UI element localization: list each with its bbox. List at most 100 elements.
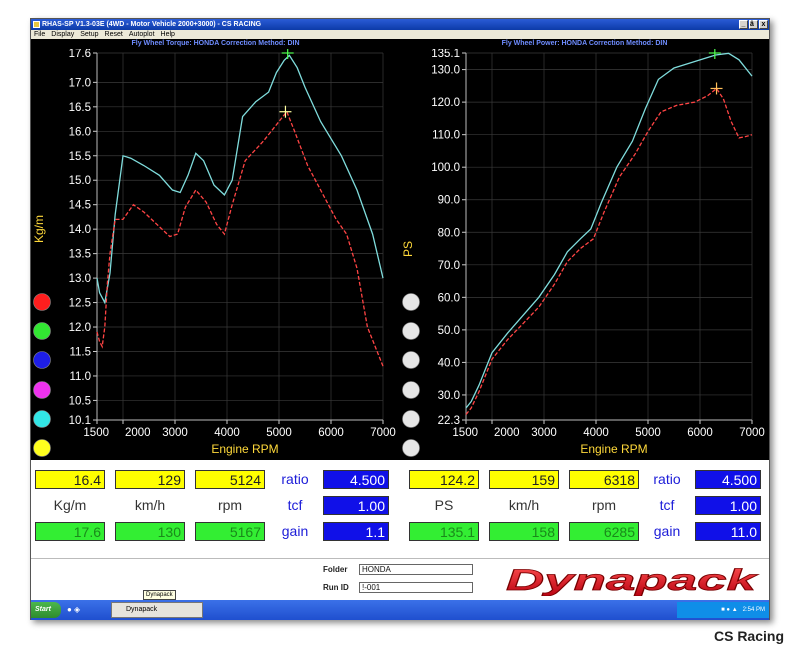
rpm-unit-label: rpm [217, 497, 243, 513]
ratio-label: ratio [281, 471, 309, 487]
footer-panel: Dynapack Folder HONDA Run ID !-001 Dynap… [31, 558, 769, 600]
app-icon [33, 21, 40, 28]
current-speed-value-right: 159 [489, 470, 559, 489]
y-tick-label: 12.0 [69, 322, 91, 334]
x-tick-label: 4000 [583, 427, 609, 439]
x-tick-label: 3000 [531, 427, 557, 439]
y-tick-label: 15.0 [69, 175, 91, 187]
y-tick-label: 110.0 [432, 130, 460, 142]
y-tick-label: 90.0 [438, 195, 460, 207]
y-tick-label: 70.0 [438, 260, 460, 272]
power-chart: 22.3 30.0 40.0 50.0 60.0 70.0 80.0 90.0 100.0 110… [400, 49, 769, 460]
dynapack-logo: Dynapack [506, 564, 759, 596]
ratio-value-right: 4.500 [695, 470, 761, 489]
quick-launch-icon[interactable]: ● ◈ [67, 605, 80, 614]
ratio-value: 4.500 [323, 470, 389, 489]
y-axis-label: Kg/m [32, 215, 46, 243]
y-tick-label: 100.0 [431, 162, 460, 174]
torque-unit-label: Kg/m [53, 497, 87, 513]
y-tick-label: 15.5 [69, 151, 91, 163]
series-selector-dot[interactable] [402, 410, 420, 428]
gain-value: 1.1 [323, 522, 389, 541]
power-panel-title: Fly Wheel Power: HONDA Correction Method… [501, 40, 668, 47]
watermark: CS Racing [713, 628, 784, 644]
close-button[interactable]: x [759, 20, 768, 29]
taskbar-dynapack-button[interactable]: Dynapack [111, 602, 203, 618]
y-tick-label: 80.0 [438, 227, 460, 239]
series-selector-dot[interactable] [33, 293, 51, 311]
series-selector-dot[interactable] [33, 351, 51, 369]
peak-speed-value-right: 158 [489, 522, 559, 541]
taskbar: Start ● ◈ Dynapack ■ ● ▲ 2:54 PM [31, 600, 769, 620]
x-axis-label: Engine RPM [211, 442, 278, 456]
y-tick-label: 14.5 [69, 200, 91, 212]
y-tick-label: 16.5 [69, 102, 91, 114]
x-tick-label: 3000 [162, 427, 188, 439]
peak-rpm-value-right: 6285 [569, 522, 639, 541]
menu-autoplot[interactable]: Autoplot [129, 30, 155, 39]
ratio-label-right: ratio [653, 471, 681, 487]
tooltip: Dynapack [143, 590, 176, 600]
tcf-label: tcf [287, 497, 303, 513]
run-id-field[interactable]: !-001 [359, 582, 473, 593]
y-tick-label: 40.0 [438, 357, 460, 369]
folder-field[interactable]: HONDA [359, 564, 473, 575]
x-tick-label: 7000 [739, 427, 765, 439]
x-tick-label: 6000 [687, 427, 713, 439]
series-selector-dot[interactable] [33, 322, 51, 340]
menu-display[interactable]: Display [51, 30, 74, 39]
y-tick-label: 13.0 [69, 273, 91, 285]
menu-file[interactable]: File [34, 30, 45, 39]
y-tick-label: 16.0 [69, 126, 91, 138]
peak-rpm-value: 5167 [195, 522, 265, 541]
y-tick-label: 120.0 [431, 97, 460, 109]
speed-unit-label: km/h [134, 497, 166, 513]
x-tick-label: 2000 [494, 427, 520, 439]
x-tick-label: 2000 [125, 427, 151, 439]
series-selector-dot[interactable] [402, 293, 420, 311]
y-tick-label: 130.0 [431, 65, 460, 77]
y-tick-label: 14.0 [69, 224, 91, 236]
series-selector-dot[interactable] [402, 439, 420, 457]
x-tick-label: 4000 [214, 427, 240, 439]
series-selector-dot[interactable] [33, 410, 51, 428]
y-tick-label: 10.5 [69, 395, 91, 407]
x-tick-label: 5000 [635, 427, 661, 439]
maximize-button[interactable]: â¡ [749, 20, 762, 29]
x-tick-label: 5000 [266, 427, 292, 439]
series-selector-dot[interactable] [402, 322, 420, 340]
x-tick-label: 6000 [318, 427, 344, 439]
series-selector-dot[interactable] [402, 351, 420, 369]
minimize-button[interactable]: _ [739, 20, 748, 29]
series-selector-dot[interactable] [33, 381, 51, 399]
gain-value-right: 11.0 [695, 522, 761, 541]
menu-reset[interactable]: Reset [105, 30, 123, 39]
series-selector-dot[interactable] [402, 381, 420, 399]
current-rpm-value-right: 6318 [569, 470, 639, 489]
run-id-label: Run ID [323, 583, 349, 592]
y-tick-label: 30.0 [438, 390, 460, 402]
y-tick-label: 11.5 [69, 346, 91, 358]
y-tick-label: 22.3 [438, 415, 460, 427]
start-button[interactable]: Start [31, 602, 61, 618]
y-tick-label: 13.5 [69, 249, 91, 261]
app-window: RHAS-SP V1.3-03E (4WD - Motor Vehicle 20… [30, 18, 770, 620]
gain-label-right: gain [653, 523, 681, 539]
current-rpm-value: 5124 [195, 470, 265, 489]
menu-setup[interactable]: Setup [80, 30, 98, 39]
torque-panel-title: Fly Wheel Torque: HONDA Correction Metho… [131, 40, 300, 47]
x-axis-label: Engine RPM [580, 442, 647, 456]
folder-label: Folder [323, 565, 348, 574]
menu-bar: File Display Setup Reset Autoplot Help [31, 30, 769, 39]
y-tick-label: 60.0 [438, 292, 460, 304]
torque-chart: 10.1 10.5 11.0 11.5 12.0 12.5 13.0 13.5 14.0 14.5… [31, 49, 400, 460]
y-axis-label: PS [401, 241, 415, 257]
x-tick-label: 7000 [370, 427, 396, 439]
tcf-value-right: 1.00 [695, 496, 761, 515]
current-torque-value: 16.4 [35, 470, 105, 489]
menu-help[interactable]: Help [161, 30, 175, 39]
series-selector-dot[interactable] [33, 439, 51, 457]
peak-power-value: 135.1 [409, 522, 479, 541]
readout-panel: 16.4 129 5124 ratio 4.500 Kg/m km/h rpm … [31, 460, 769, 558]
system-tray: ■ ● ▲ 2:54 PM [677, 602, 769, 618]
